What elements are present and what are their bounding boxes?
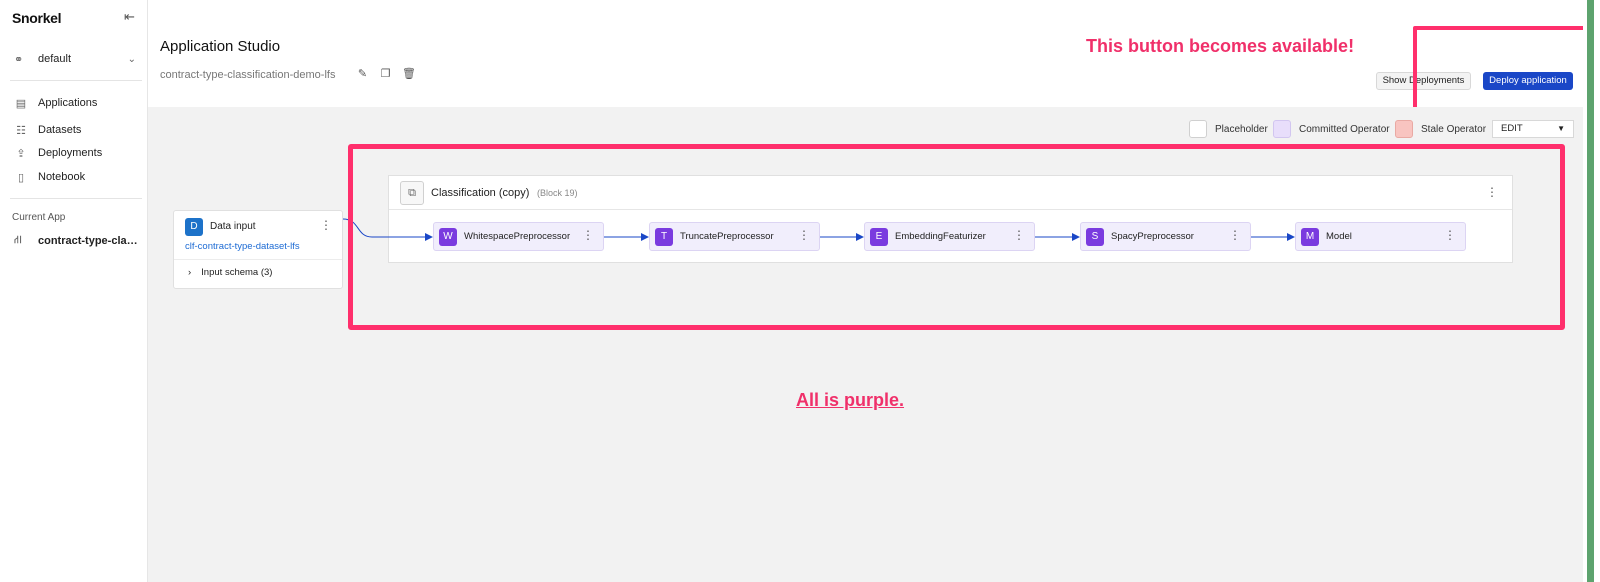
highlight-box-pipeline [348, 144, 1565, 330]
annotation-all-purple: All is purple. [796, 390, 905, 410]
